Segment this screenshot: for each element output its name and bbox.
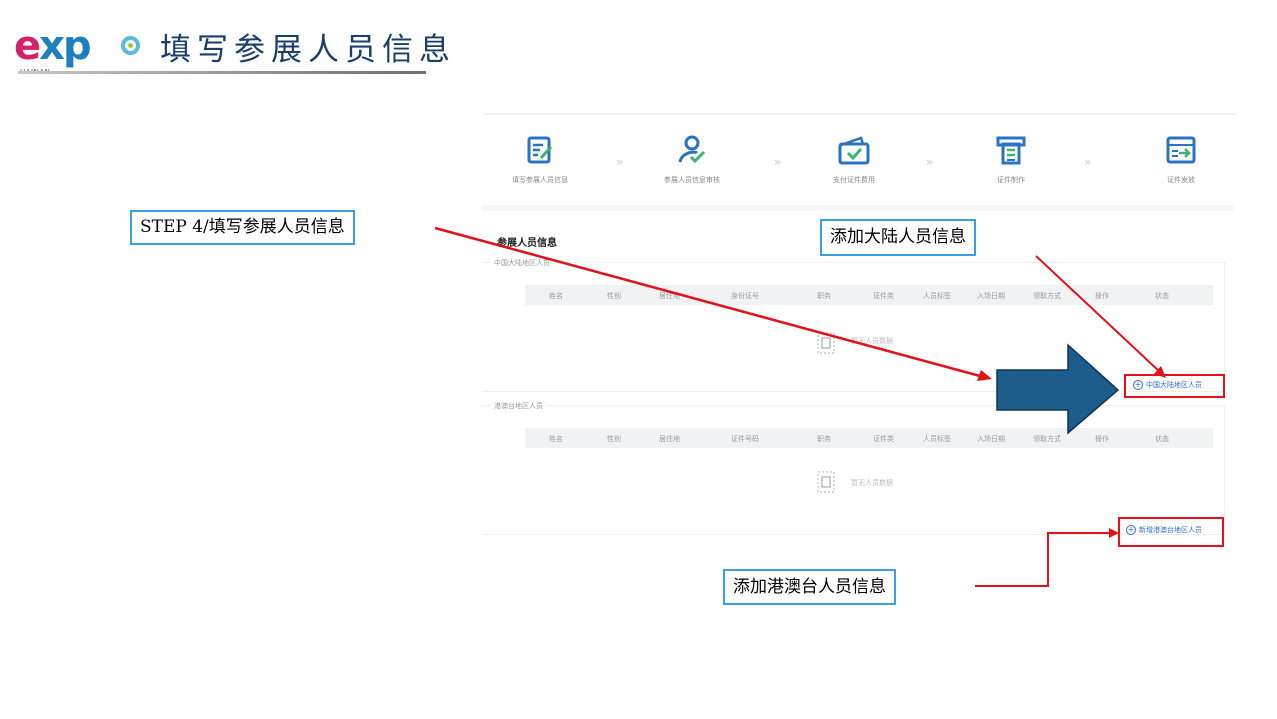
column-header: 入场日期	[977, 435, 1005, 443]
column-header: 姓名	[549, 292, 563, 300]
wallet-check-icon	[838, 136, 870, 165]
empty-data-icon	[817, 471, 835, 493]
highlight-box-mainland-add	[1124, 374, 1225, 398]
column-header: 操作	[1095, 435, 1109, 443]
empty-state-text: 暂无人员数据	[851, 479, 893, 487]
column-header: 职务	[817, 435, 831, 443]
edit-form-icon	[527, 136, 553, 164]
logo-letter-x: x	[39, 23, 65, 69]
step-separator-icon: »	[616, 155, 624, 169]
column-header: 证件类	[873, 435, 894, 443]
printer-icon	[996, 136, 1026, 165]
column-header: 居住地	[659, 292, 680, 300]
step-fill-info[interactable]: 填写参展人员信息	[485, 135, 595, 185]
callout-mainland: 添加大陆人员信息	[820, 219, 976, 256]
logo-letter-p: p	[62, 23, 92, 69]
step-payment[interactable]: 支付证件费用	[799, 135, 909, 185]
column-header: 状态	[1155, 435, 1169, 443]
step-production[interactable]: 证件制作	[956, 135, 1066, 185]
empty-state-text: 暂无人员数据	[851, 337, 893, 345]
column-header: 人员标签	[923, 435, 951, 443]
step-issuance[interactable]: 证件发放	[1126, 135, 1236, 185]
highlight-box-hmt-add	[1118, 517, 1224, 547]
step-label: 填写参展人员信息	[512, 176, 568, 184]
logo-swirl-icon	[121, 36, 140, 55]
page-title: 填写参展人员信息	[160, 32, 456, 68]
step-separator-icon: »	[926, 155, 934, 169]
column-header: 证件号码	[731, 435, 759, 443]
logo-letter-e: e	[14, 23, 41, 69]
hmt-legend: 港澳台地区人员	[491, 401, 546, 411]
section-title: 参展人员信息	[497, 238, 557, 249]
mainland-legend: 中国大陆地区人员	[491, 258, 553, 268]
expo-hainan-logo: exp HAINAN	[14, 26, 154, 76]
card-export-icon	[1166, 136, 1196, 164]
column-header: 姓名	[549, 435, 563, 443]
mainland-section: 中国大陆地区人员 姓名 性别 居住地 身份证号 职务 证件类 人员标签 入场日期…	[483, 258, 1225, 392]
step-label: 参展人员信息审核	[664, 176, 720, 184]
step-label: 证件制作	[997, 176, 1025, 184]
registration-screenshot: 填写参展人员信息 » 参展人员信息审核 » 支付证件费用 » 证件制作 » 证件…	[483, 113, 1235, 548]
step-separator-icon: »	[774, 155, 782, 169]
step-separator-icon: »	[1084, 155, 1092, 169]
column-header: 领取方式	[1033, 435, 1061, 443]
callout-hmt: 添加港澳台人员信息	[723, 569, 896, 605]
mainland-table-header: 姓名 性别 居住地 身份证号 职务 证件类 人员标签 入场日期 领取方式 操作 …	[525, 285, 1213, 305]
user-check-icon	[678, 135, 706, 164]
progress-steps: 填写参展人员信息 » 参展人员信息审核 » 支付证件费用 » 证件制作 » 证件…	[483, 113, 1235, 211]
column-header: 操作	[1095, 292, 1109, 300]
hmt-section: 港澳台地区人员 姓名 性别 居住地 证件号码 职务 证件类 人员标签 入场日期 …	[483, 401, 1225, 535]
column-header: 领取方式	[1033, 292, 1061, 300]
column-header: 证件类	[873, 292, 894, 300]
step-review[interactable]: 参展人员信息审核	[637, 135, 747, 185]
column-header: 状态	[1155, 292, 1169, 300]
title-underline	[18, 71, 426, 74]
column-header: 居住地	[659, 435, 680, 443]
column-header: 性别	[607, 435, 621, 443]
column-header: 人员标签	[923, 292, 951, 300]
column-header: 身份证号	[731, 292, 759, 300]
callout-step: STEP 4/填写参展人员信息	[130, 210, 355, 245]
step-label: 支付证件费用	[833, 176, 875, 184]
column-header: 入场日期	[977, 292, 1005, 300]
step-label: 证件发放	[1167, 176, 1195, 184]
column-header: 职务	[817, 292, 831, 300]
column-header: 性别	[607, 292, 621, 300]
hmt-table-header: 姓名 性别 居住地 证件号码 职务 证件类 人员标签 入场日期 领取方式 操作 …	[525, 428, 1213, 448]
empty-data-icon	[817, 332, 835, 354]
